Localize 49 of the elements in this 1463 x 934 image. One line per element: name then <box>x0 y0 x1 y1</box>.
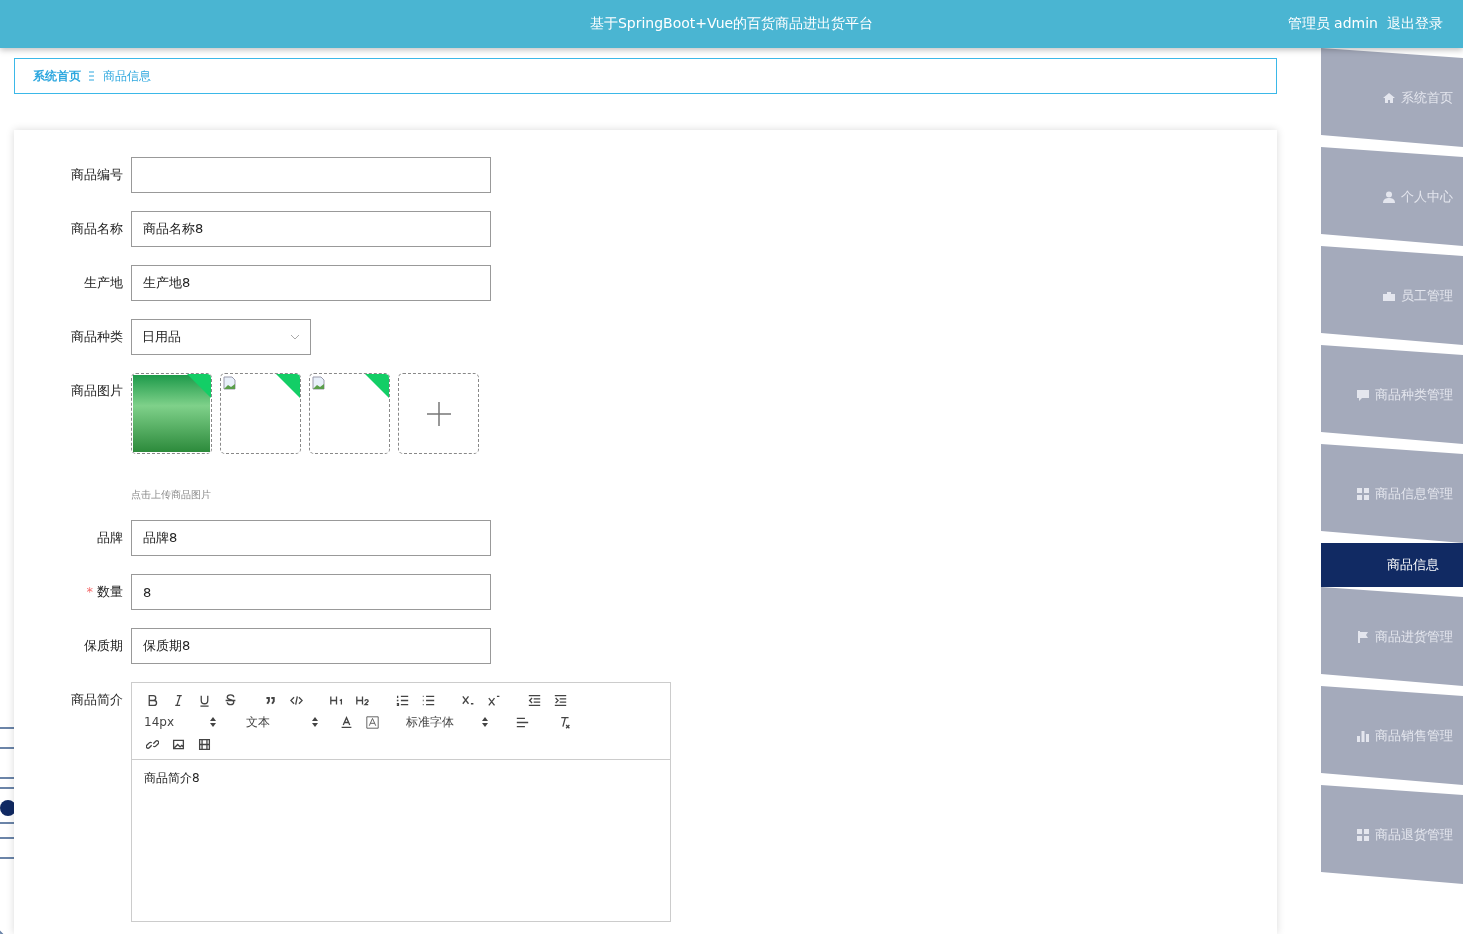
category-select[interactable]: 日用品 <box>131 319 311 355</box>
outdent-icon[interactable] <box>526 692 542 708</box>
text-field[interactable]: 8 <box>131 574 491 610</box>
chevron-down-icon <box>290 334 300 340</box>
text-field[interactable] <box>131 157 491 193</box>
font-family-select[interactable]: 标准字体 <box>406 713 488 731</box>
product-photo[interactable] <box>131 373 212 454</box>
text-field[interactable]: 保质期8 <box>131 628 491 664</box>
field-label: * 数量 <box>85 583 124 601</box>
user-icon <box>1383 190 1395 203</box>
editor-content[interactable]: 商品简介8 <box>132 760 670 797</box>
broken-image[interactable] <box>220 373 301 454</box>
field-label: 保质期 <box>83 637 124 655</box>
field-label: 品牌 <box>96 529 124 547</box>
video-icon[interactable] <box>196 736 212 752</box>
text-field[interactable]: 生产地8 <box>131 265 491 301</box>
font-size-select[interactable]: 14px <box>144 715 216 729</box>
briefcase-icon <box>1383 289 1395 302</box>
field-label: 商品图片 <box>70 382 124 400</box>
field-label: 商品种类 <box>70 328 124 346</box>
field-label: 商品简介 <box>70 691 124 709</box>
highlight-color-icon[interactable] <box>364 714 380 730</box>
grid-icon <box>1357 828 1369 841</box>
text-field[interactable]: 品牌8 <box>131 520 491 556</box>
sidebar-item[interactable]: 商品信息 <box>1321 543 1463 587</box>
field-label: 商品编号 <box>70 166 124 184</box>
upload-hint: 点击上传商品图片 <box>131 488 212 502</box>
up-down-caret-icon <box>210 717 216 727</box>
flag-icon <box>1357 630 1369 643</box>
bar-chart-icon <box>1357 729 1369 742</box>
user-name: 管理员 admin <box>1287 15 1378 33</box>
text-field[interactable]: 商品名称8 <box>131 211 491 247</box>
up-down-caret-icon <box>482 717 488 727</box>
chat-icon <box>1357 388 1369 401</box>
field-label: 生产地 <box>83 274 124 292</box>
site-title: 基于SpringBoot+Vue的百货商品进出货平台 <box>589 15 874 33</box>
broken-image[interactable] <box>309 373 390 454</box>
home-icon <box>1383 91 1395 104</box>
up-down-caret-icon <box>312 717 318 727</box>
broken-image-icon <box>223 376 237 390</box>
plus-icon <box>426 401 451 426</box>
indent-icon[interactable] <box>552 692 568 708</box>
separator-icon <box>89 71 95 81</box>
field-label: 商品名称 <box>70 220 124 238</box>
block-format-select[interactable]: 文本 <box>246 713 318 731</box>
grid-icon <box>1357 487 1369 500</box>
upload-button[interactable] <box>398 373 479 454</box>
broken-image-icon <box>312 376 326 390</box>
breadcrumb-current: 商品信息 <box>103 67 151 85</box>
